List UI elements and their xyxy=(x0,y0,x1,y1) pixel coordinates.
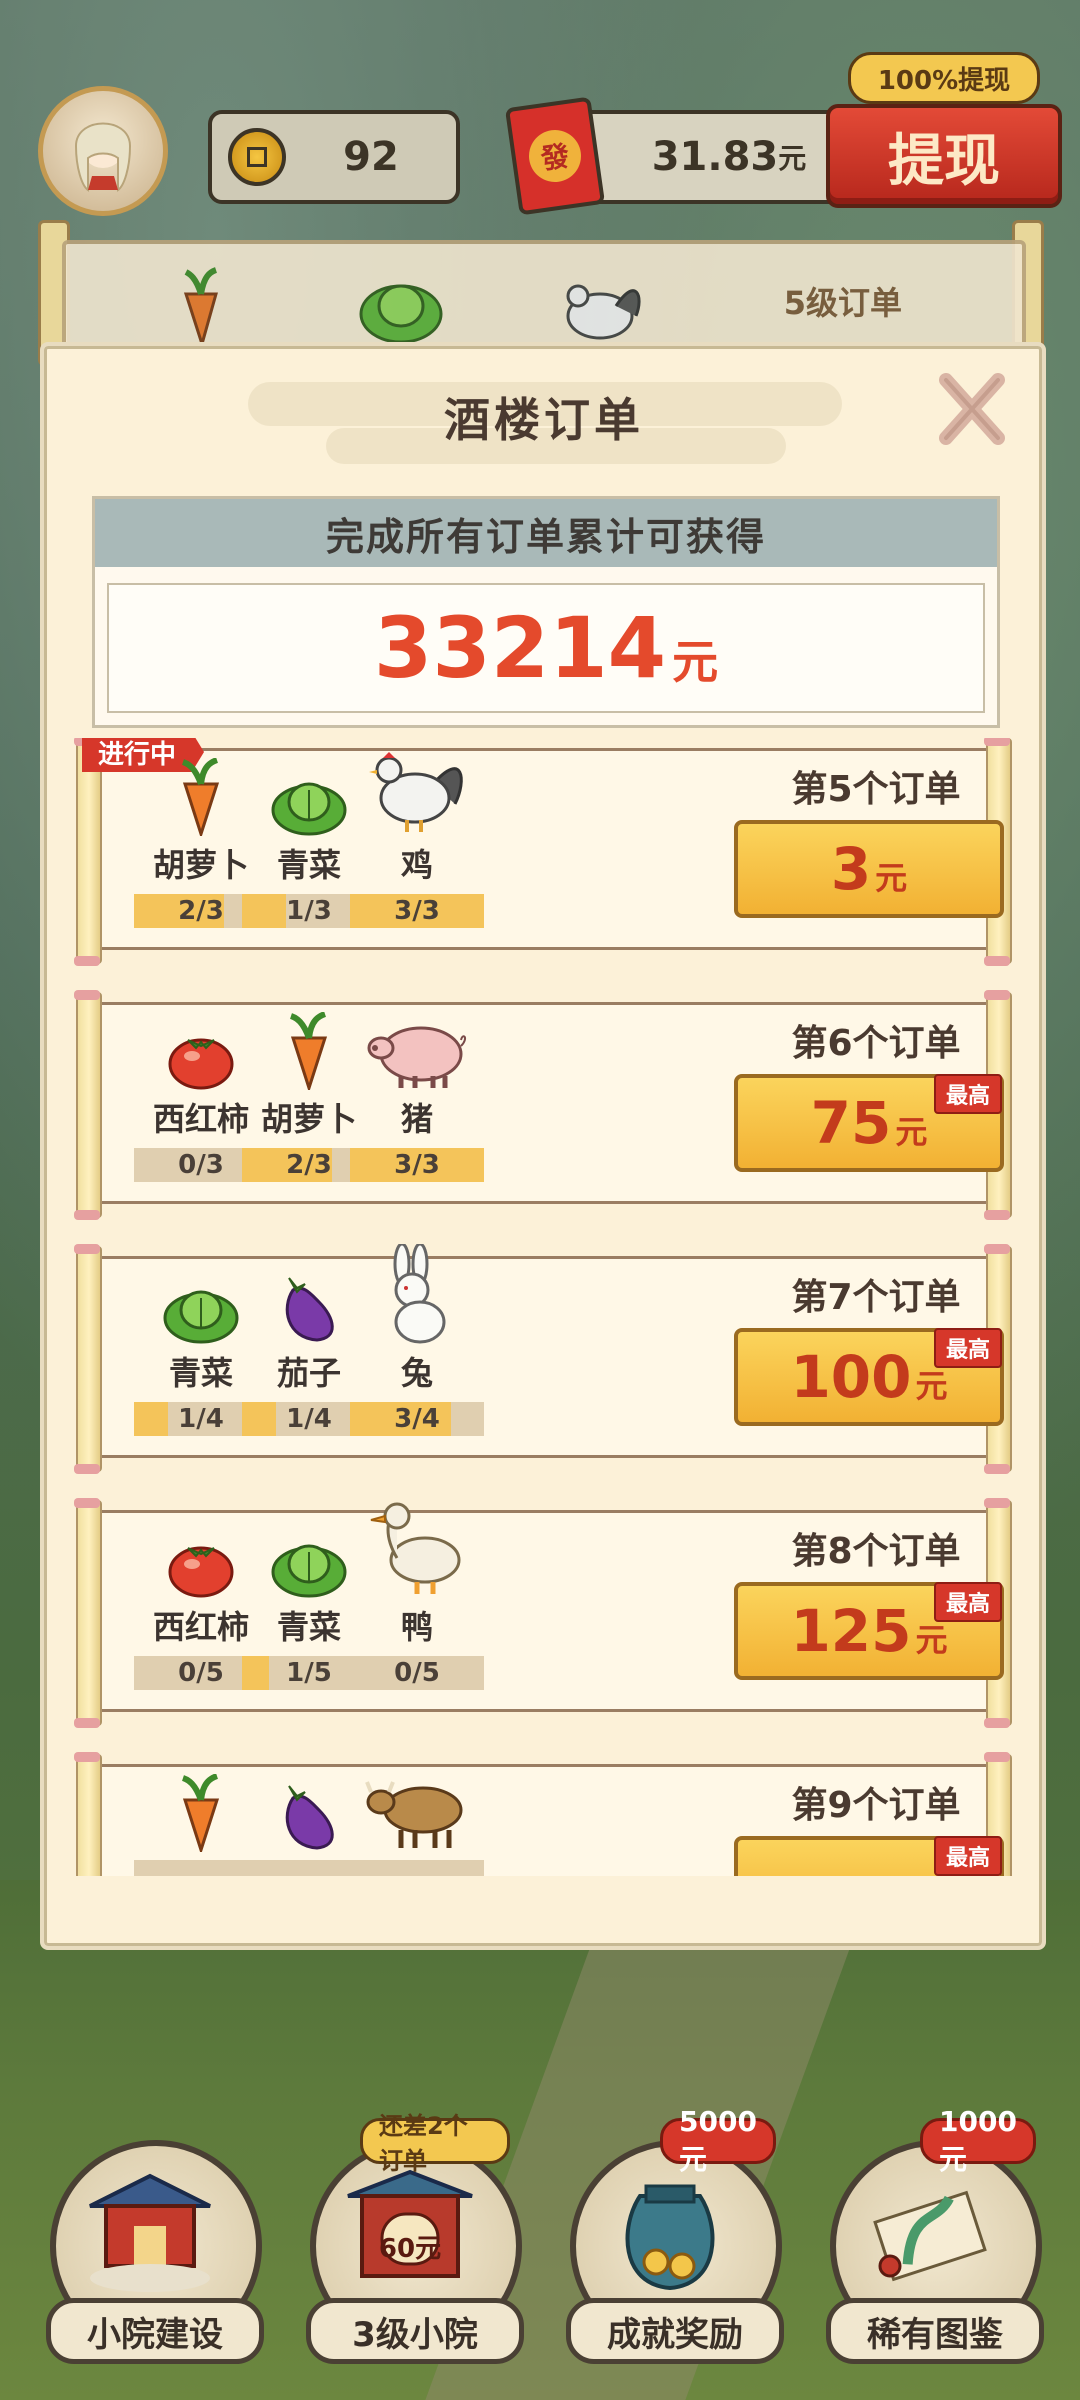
item-name: 猪 xyxy=(400,1100,433,1138)
order-card: 西红柿 0/3 胡萝卜 2/3 猪 3/3 第6个订单 75 元最高 xyxy=(74,990,1014,1220)
order-reward-button[interactable]: 100 元最高 xyxy=(734,1328,1004,1426)
total-reward-header: 完成所有订单累计可获得 xyxy=(95,499,997,567)
nav-art-text: 60元 xyxy=(378,2234,442,2264)
withdraw-button[interactable]: 提现 xyxy=(826,104,1062,208)
item-name: 鸡 xyxy=(400,846,433,884)
level-order-strip: 5级订单 xyxy=(62,240,1026,358)
chicken-icon xyxy=(350,752,484,836)
close-icon[interactable] xyxy=(932,368,1012,448)
order-list[interactable]: 进行中 胡萝卜 2/3 青菜 1/3 鸡 3/3 第5个订单 3 元西红柿 0/3 胡萝卜 2/3 猪 3/… xyxy=(74,738,1014,1876)
order-card: 进行中 胡萝卜 2/3 青菜 1/3 鸡 3/3 第5个订单 3 元 xyxy=(74,738,1014,966)
nav-badge: 还差2个订单 xyxy=(360,2112,510,2175)
item-progress-text: 0/5 xyxy=(394,1658,440,1688)
order-card: 第9个订单最高 xyxy=(74,1752,1014,1876)
nav-label: 稀有图鉴 xyxy=(826,2298,1044,2364)
cash-unit: 元 xyxy=(778,142,807,175)
order-title: 第7个订单 xyxy=(791,1277,961,1318)
order-reward-button[interactable]: 最高 xyxy=(734,1836,1004,1876)
reward-unit: 元 xyxy=(895,1113,928,1151)
order-item: 猪 3/3 xyxy=(350,1010,484,1182)
item-name: 兔 xyxy=(400,1354,433,1392)
avatar[interactable] xyxy=(38,86,168,216)
carrot-icon xyxy=(183,267,218,346)
item-progress-bar xyxy=(350,1860,484,1876)
highest-badge: 最高 xyxy=(933,1328,1002,1368)
order-item xyxy=(350,1772,484,1876)
coin-value: 92 xyxy=(343,134,399,180)
total-reward-value: 33214 xyxy=(373,599,667,697)
chicken-icon xyxy=(566,284,641,340)
red-envelope-icon: 發 xyxy=(504,96,606,216)
gate-icon: 60元 xyxy=(340,2166,480,2296)
pig-icon xyxy=(350,1010,484,1090)
treasure-bag-icon xyxy=(600,2166,740,2296)
cash-value: 31.83 xyxy=(651,134,779,180)
order-title: 第9个订单 xyxy=(791,1785,961,1826)
level-label: 5级订单 xyxy=(783,284,902,322)
order-item: 鸡 3/3 xyxy=(350,752,484,928)
item-progress-bar: 3/3 xyxy=(350,894,484,928)
nav-label: 小院建设 xyxy=(46,2298,264,2364)
item-progress-bar: 0/5 xyxy=(350,1656,484,1690)
nav-button-3[interactable]: 成就奖励 5000元 xyxy=(566,2105,784,2380)
redpack-char: 發 xyxy=(525,126,585,186)
order-item: 兔 3/4 xyxy=(350,1244,484,1436)
order-card: 西红柿 0/5 青菜 1/5 鸭 0/5 第8个订单 125 元最高 xyxy=(74,1498,1014,1728)
item-progress-text: 3/4 xyxy=(394,1404,440,1434)
nav-button-2[interactable]: 60元 3级小院 还差2个订单 xyxy=(306,2112,524,2380)
item-progress-bar: 3/4 xyxy=(350,1402,484,1436)
reward-value: 100 xyxy=(790,1343,912,1411)
nav-button-1[interactable]: 小院建设 xyxy=(46,2140,264,2380)
reward-unit: 元 xyxy=(875,859,908,897)
nav-badge: 5000元 xyxy=(660,2105,776,2176)
scroll-rod-left xyxy=(74,990,102,1220)
nav-label: 成就奖励 xyxy=(566,2298,784,2364)
reward-value: 3 xyxy=(830,835,872,903)
order-item: 鸭 0/5 xyxy=(350,1502,484,1690)
reward-value: 125 xyxy=(790,1597,912,1665)
total-reward-unit: 元 xyxy=(672,635,719,689)
total-reward-panel: 完成所有订单累计可获得 33214 元 xyxy=(92,496,1000,728)
order-reward-button[interactable]: 75 元最高 xyxy=(734,1074,1004,1172)
item-progress-text: 3/3 xyxy=(394,896,440,926)
order-reward-button[interactable]: 3元 xyxy=(734,820,1004,918)
nav-label: 3级小院 xyxy=(306,2298,524,2364)
order-title: 第6个订单 xyxy=(791,1023,961,1064)
highest-badge: 最高 xyxy=(933,1582,1002,1622)
cash-balance: 31.83 元 xyxy=(560,110,858,204)
item-progress-text: 3/3 xyxy=(394,1150,440,1180)
nav-button-4[interactable]: 稀有图鉴 1000元 xyxy=(826,2105,1044,2380)
scroll-rod-left xyxy=(74,1752,102,1876)
scroll-rod-left xyxy=(74,1498,102,1728)
avatar-portrait-icon xyxy=(74,122,132,192)
duck-icon xyxy=(350,1502,484,1598)
cow-icon xyxy=(350,1772,484,1852)
nav-badge: 1000元 xyxy=(920,2105,1036,2176)
coin-balance: 92 xyxy=(208,110,460,204)
order-reward-button[interactable]: 125 元最高 xyxy=(734,1582,1004,1680)
withdraw-tip-badge: 100%提现 xyxy=(848,52,1040,104)
cabbage-icon xyxy=(359,284,443,344)
order-title: 第5个订单 xyxy=(791,769,961,810)
order-card: 青菜 1/4 茄子 1/4 兔 3/4 第7个订单 100 元最高 xyxy=(74,1244,1014,1474)
coin-icon xyxy=(228,128,286,186)
item-name: 鸭 xyxy=(400,1608,433,1646)
dialog-title: 酒楼订单 xyxy=(444,393,644,447)
scroll-icon xyxy=(860,2166,1000,2296)
restaurant-orders-dialog: 酒楼订单 完成所有订单累计可获得 33214 元 进行中 胡萝卜 2/3 青菜 1/3 鸡… xyxy=(40,342,1046,1950)
order-title: 第8个订单 xyxy=(791,1531,961,1572)
rabbit-icon xyxy=(350,1244,484,1344)
scroll-rod-left xyxy=(74,1244,102,1474)
item-progress-bar: 3/3 xyxy=(350,1148,484,1182)
reward-value: 75 xyxy=(810,1089,892,1157)
pavilion-icon xyxy=(80,2166,220,2296)
highest-badge: 最高 xyxy=(933,1836,1002,1876)
total-reward-box: 33214 元 xyxy=(107,583,985,713)
highest-badge: 最高 xyxy=(933,1074,1002,1114)
